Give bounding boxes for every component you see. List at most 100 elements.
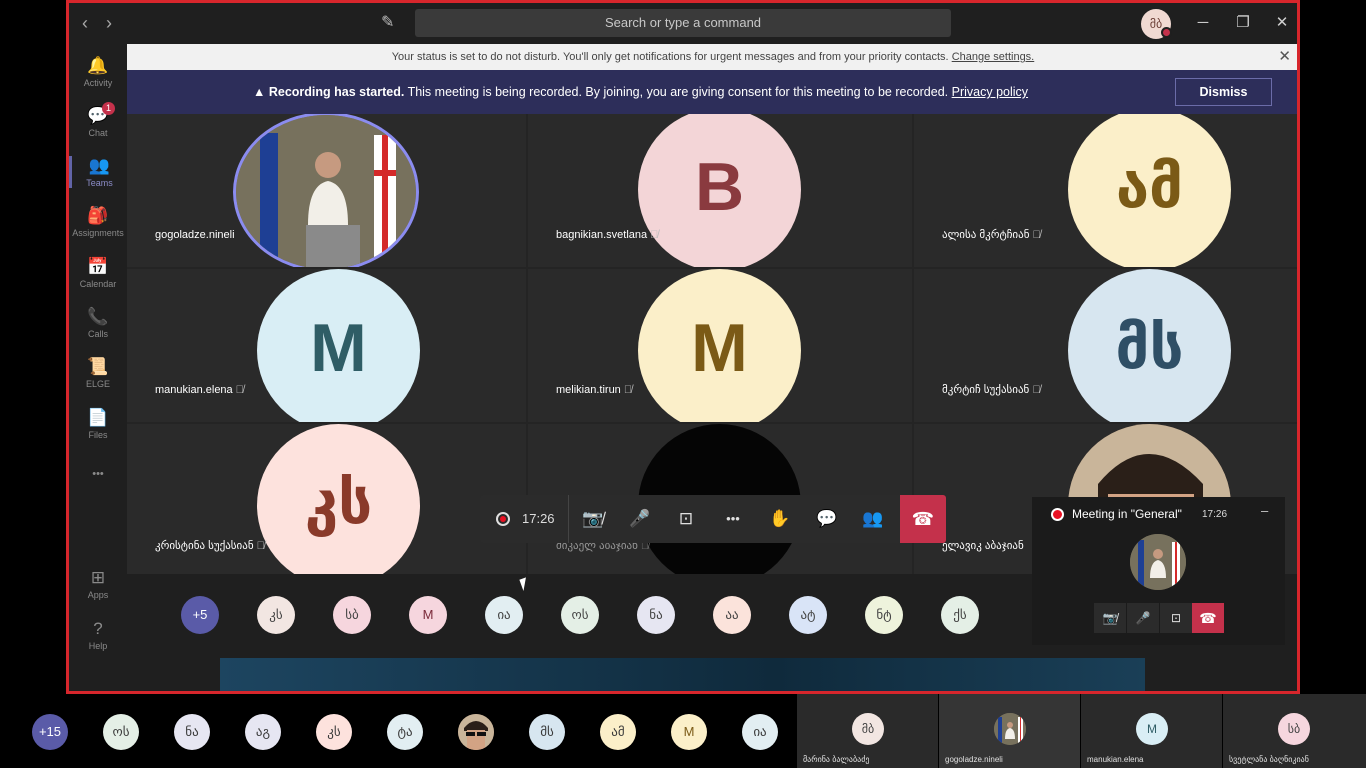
maximize-icon[interactable]: ❐ bbox=[1231, 11, 1255, 35]
rail-item-calendar[interactable]: 📅 Calendar bbox=[69, 257, 127, 289]
roster-avatar[interactable]: კს bbox=[316, 714, 352, 750]
privacy-policy-link[interactable]: Privacy policy bbox=[952, 85, 1028, 99]
participant-avatar: მს bbox=[1068, 269, 1231, 422]
divider bbox=[568, 495, 569, 543]
camera-off-icon[interactable]: 📷̸ bbox=[1094, 603, 1126, 633]
rail-item-label: Calendar bbox=[79, 279, 117, 289]
teams-icon: 👥 bbox=[88, 156, 111, 175]
roster-avatar[interactable]: აა bbox=[713, 596, 751, 634]
rail-item-activity[interactable]: 🔔 Activity bbox=[69, 56, 127, 88]
participant-tile[interactable]: ამ ალისა მკრტჩიან 🎙̸ bbox=[914, 114, 1297, 267]
phone-icon: 📞 bbox=[87, 307, 109, 326]
side-participant-name: gogoladze.nineli bbox=[945, 755, 1003, 764]
participant-tile[interactable]: M manukian.elena 🎙̸ bbox=[127, 269, 526, 422]
change-settings-link[interactable]: Change settings. bbox=[952, 51, 1035, 63]
roster-avatar[interactable]: ოს bbox=[103, 714, 139, 750]
mic-muted-icon: 🎙̸ bbox=[650, 229, 659, 241]
hang-up-button[interactable]: ☎ bbox=[1192, 603, 1224, 633]
dismiss-button[interactable]: Dismiss bbox=[1175, 78, 1272, 106]
roster-overflow-button[interactable]: +5 bbox=[181, 596, 219, 634]
rail-item-label: Assignments bbox=[72, 228, 124, 238]
raise-hand-icon[interactable]: ✋ bbox=[760, 495, 800, 543]
side-participant-avatar: მბ bbox=[852, 713, 884, 745]
minimize-icon[interactable]: – bbox=[1261, 503, 1268, 518]
roster-overflow-button[interactable]: +15 bbox=[32, 714, 68, 750]
side-participant-tile[interactable]: სბ სვეტლანა ბაღნიკიან bbox=[1223, 694, 1366, 768]
minimize-icon[interactable]: ─ bbox=[1191, 11, 1215, 35]
share-screen-icon[interactable]: ⊡ bbox=[1160, 603, 1192, 633]
rail-item-label: Help bbox=[88, 641, 108, 651]
shared-content-strip bbox=[220, 658, 1145, 691]
roster-avatar[interactable]: ნტ bbox=[865, 596, 903, 634]
more-actions-icon[interactable]: ••• bbox=[713, 495, 753, 543]
forward-arrow-icon[interactable]: › bbox=[99, 13, 119, 34]
unread-badge: 1 bbox=[102, 102, 115, 115]
rail-item-teams[interactable]: 👥 Teams bbox=[69, 156, 127, 188]
roster-avatar[interactable]: ია bbox=[742, 714, 778, 750]
side-participant-name: მარინა ბალაბაძე bbox=[803, 755, 870, 764]
participant-photo bbox=[233, 114, 419, 267]
participant-tile[interactable]: მს მკრტიჩ სუქასიან 🎙̸ bbox=[914, 269, 1297, 422]
rail-item-elge[interactable]: 📜 ELGE bbox=[69, 357, 127, 389]
roster-avatar[interactable]: ნა bbox=[637, 596, 675, 634]
roster-avatar[interactable]: ამ bbox=[600, 714, 636, 750]
microphone-icon[interactable]: 🎤 bbox=[1127, 603, 1159, 633]
rail-item-label: ELGE bbox=[85, 379, 110, 389]
participant-tile[interactable]: M melikian.tirun 🎙̸ bbox=[528, 269, 912, 422]
more-icon: ••• bbox=[92, 468, 104, 480]
rail-item-assignments[interactable]: 🎒 Assignments bbox=[69, 206, 127, 238]
participant-tile[interactable]: B bagnikian.svetlana 🎙̸ bbox=[528, 114, 912, 267]
microphone-icon[interactable]: 🎤 bbox=[620, 495, 660, 543]
hang-up-button[interactable]: ☎ bbox=[900, 495, 946, 543]
mini-meeting-window[interactable]: Meeting in "General" 17:26 – 📷̸ 🎤 ⊡ ☎ bbox=[1032, 497, 1285, 645]
rail-item-help[interactable]: ? Help bbox=[69, 619, 127, 651]
roster-avatar[interactable]: აგ bbox=[245, 714, 281, 750]
participant-tile[interactable]: gogoladze.nineli bbox=[127, 114, 526, 267]
participant-name: manukian.elena 🎙̸ bbox=[155, 384, 244, 396]
rail-item-label: Chat bbox=[88, 128, 108, 138]
roster-avatar[interactable]: ოს bbox=[561, 596, 599, 634]
side-participant-tile[interactable]: M manukian.elena bbox=[1081, 694, 1222, 768]
rail-item-label: Teams bbox=[86, 178, 113, 188]
roster-avatar[interactable]: მს bbox=[529, 714, 565, 750]
rail-item-chat[interactable]: 💬 Chat 1 bbox=[69, 102, 127, 138]
participant-avatar: M bbox=[257, 269, 420, 422]
roster-avatar[interactable]: ქს bbox=[941, 596, 979, 634]
side-participant-tile[interactable]: მბ მარინა ბალაბაძე bbox=[797, 694, 938, 768]
roster-avatar[interactable]: ტა bbox=[387, 714, 423, 750]
meeting-chat-icon[interactable]: 💬 bbox=[807, 495, 847, 543]
rail-item-label: Files bbox=[88, 430, 108, 440]
roster-avatar[interactable]: კს bbox=[257, 596, 295, 634]
roster-avatar[interactable]: სბ bbox=[333, 596, 371, 634]
camera-off-icon[interactable]: 📷̸ bbox=[573, 495, 613, 543]
recording-banner-message: ▲ Recording has started. This meeting is… bbox=[253, 70, 1028, 114]
participant-tile[interactable]: კს კრისტინა სუქასიან 🎙̸ bbox=[127, 424, 526, 574]
rail-item-calls[interactable]: 📞 Calls bbox=[69, 307, 127, 339]
calendar-icon: 📅 bbox=[87, 257, 109, 276]
status-banner: Your status is set to do not disturb. Yo… bbox=[127, 44, 1297, 70]
backpack-icon: 🎒 bbox=[87, 206, 109, 225]
back-arrow-icon[interactable]: ‹ bbox=[75, 13, 95, 34]
participant-name: მკრტიჩ სუქასიან 🎙̸ bbox=[942, 384, 1041, 396]
participants-icon[interactable]: 👥 bbox=[853, 495, 893, 543]
roster-avatar[interactable]: ნა bbox=[174, 714, 210, 750]
roster-avatar[interactable]: M bbox=[671, 714, 707, 750]
apps-icon: ⊞ bbox=[90, 568, 106, 587]
participant-avatar: M bbox=[638, 269, 801, 422]
side-participant-avatar: M bbox=[1136, 713, 1168, 745]
close-icon[interactable]: ✕ bbox=[1278, 44, 1291, 70]
rail-item-more[interactable]: ••• bbox=[69, 464, 127, 484]
search-input[interactable]: Search or type a command bbox=[415, 9, 951, 37]
roster-avatar[interactable]: ატ bbox=[789, 596, 827, 634]
chat-icon: 💬 bbox=[87, 106, 109, 125]
compose-icon[interactable]: ✎ bbox=[381, 12, 394, 32]
roster-photo[interactable] bbox=[458, 714, 494, 750]
roster-avatar[interactable]: M bbox=[409, 596, 447, 634]
recording-indicator-icon bbox=[496, 512, 510, 526]
roster-avatar[interactable]: ია bbox=[485, 596, 523, 634]
rail-item-apps[interactable]: ⊞ Apps bbox=[69, 568, 127, 600]
share-screen-icon[interactable]: ⊡ bbox=[666, 495, 706, 543]
rail-item-files[interactable]: 📄 Files bbox=[69, 408, 127, 440]
side-participant-tile[interactable]: gogoladze.nineli bbox=[939, 694, 1080, 768]
close-icon[interactable]: ✕ bbox=[1270, 11, 1294, 35]
